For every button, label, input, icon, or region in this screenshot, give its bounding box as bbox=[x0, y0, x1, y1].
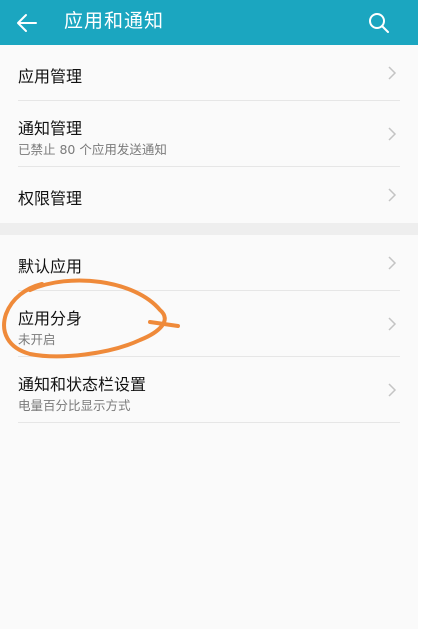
settings-list: 应用管理 通知管理 已禁止 80 个应用发送通知 权限管理 默认应用 应用分身 … bbox=[0, 45, 418, 423]
list-item-app-twin[interactable]: 应用分身 未开启 bbox=[0, 291, 418, 357]
chevron-right-icon bbox=[388, 127, 397, 141]
chevron-right-icon bbox=[388, 383, 397, 397]
app-bar: 应用和通知 bbox=[0, 0, 418, 45]
list-item-label: 通知管理 bbox=[18, 119, 83, 138]
list-item-subtitle: 未开启 bbox=[18, 332, 56, 347]
list-item-label: 通知和状态栏设置 bbox=[18, 375, 147, 394]
list-item-permission-management[interactable]: 权限管理 bbox=[0, 167, 418, 223]
search-button[interactable] bbox=[362, 6, 396, 40]
chevron-right-icon bbox=[388, 188, 397, 202]
list-item-label: 权限管理 bbox=[18, 189, 83, 208]
list-item-subtitle: 已禁止 80 个应用发送通知 bbox=[18, 142, 167, 157]
list-item-label: 应用管理 bbox=[18, 67, 83, 86]
section-divider bbox=[0, 223, 418, 235]
list-item-default-apps[interactable]: 默认应用 bbox=[0, 235, 418, 291]
chevron-right-icon bbox=[388, 66, 397, 80]
list-item-label: 默认应用 bbox=[18, 257, 83, 276]
list-item-notification-management[interactable]: 通知管理 已禁止 80 个应用发送通知 bbox=[0, 101, 418, 167]
page-title: 应用和通知 bbox=[64, 10, 165, 32]
list-item-notification-statusbar-settings[interactable]: 通知和状态栏设置 电量百分比显示方式 bbox=[0, 357, 418, 423]
list-item-subtitle: 电量百分比显示方式 bbox=[18, 398, 131, 413]
chevron-right-icon bbox=[388, 256, 397, 270]
divider bbox=[18, 422, 400, 423]
chevron-right-icon bbox=[388, 317, 397, 331]
list-item-app-management[interactable]: 应用管理 bbox=[0, 45, 418, 101]
settings-screen: 应用和通知 应用管理 通知管理 已禁止 80 个应用发送通知 权限管理 默认应用… bbox=[0, 0, 418, 629]
list-item-label: 应用分身 bbox=[18, 309, 83, 328]
arrow-left-icon bbox=[17, 14, 37, 32]
back-button[interactable] bbox=[10, 6, 44, 40]
search-icon bbox=[369, 13, 389, 33]
